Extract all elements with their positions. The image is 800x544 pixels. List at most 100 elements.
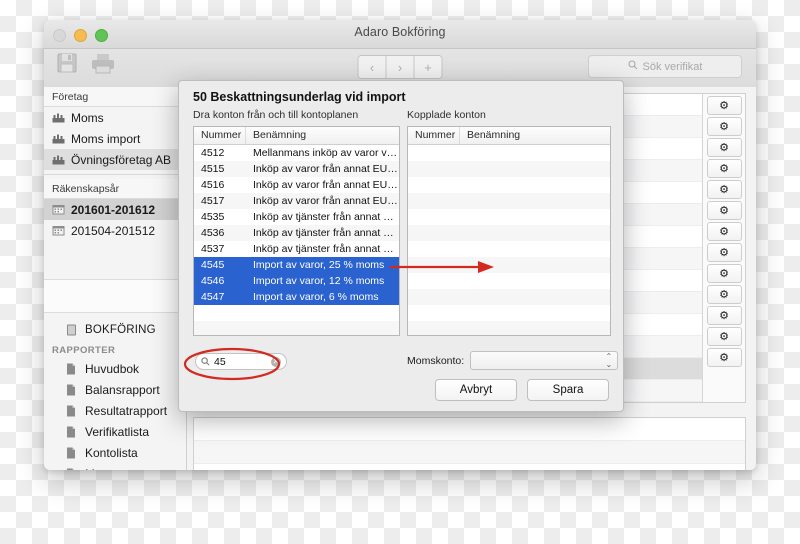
table-row[interactable]: 4517 Inköp av varor från annat EU-land, 6… <box>194 193 399 209</box>
gear-icon[interactable]: ⚙ <box>706 96 742 115</box>
cell-nummer: 4515 <box>201 163 225 175</box>
table-row[interactable]: 4546 Import av varor, 12 % moms <box>194 273 399 289</box>
kopplade-konton-table[interactable]: Nummer Benämning <box>407 126 611 336</box>
table-row-empty[interactable] <box>408 273 610 289</box>
sidebar-item-label: Moms import <box>71 131 141 146</box>
gear-icon[interactable]: ⚙ <box>706 327 742 346</box>
sidebar-item-label: Kontolista <box>85 445 138 460</box>
sidebar-item-ovningsforetag-ab[interactable]: Övningsföretag AB <box>44 149 186 170</box>
sidebar-item-moms-import[interactable]: Moms import <box>44 128 186 149</box>
gear-icon[interactable]: ⚙ <box>706 180 742 199</box>
table-row-empty[interactable] <box>408 321 610 335</box>
available-accounts-table[interactable]: Nummer Benämning 4512 Mellanmans inköp av… <box>193 126 400 336</box>
table-row-empty[interactable] <box>194 321 399 335</box>
cell-nummer: 4545 <box>201 259 225 271</box>
search-input-value[interactable]: 45 <box>214 356 267 368</box>
gear-icon[interactable]: ⚙ <box>706 159 742 178</box>
gear-icon[interactable]: ⚙ <box>706 243 742 262</box>
gear-button-column: ⚙ ⚙ ⚙ ⚙ ⚙ ⚙ ⚙ ⚙ ⚙ ⚙ ⚙ ⚙ ⚙ <box>702 94 745 402</box>
sidebar-item-fiscal-201601-201612[interactable]: 201601-201612 <box>44 199 186 220</box>
table-row[interactable]: 4536 Inköp av tjänster från annat EU-land… <box>194 225 399 241</box>
cell-benamning: Import av varor, 6 % moms <box>253 291 379 303</box>
sidebar-item-huvudbok[interactable]: Huvudbok <box>44 358 186 379</box>
sidebar-item-moms[interactable]: Moms <box>44 107 186 128</box>
sidebar-item-fiscal-201504-201512[interactable]: 201504-201512 <box>44 220 186 241</box>
search-verifikat-field[interactable]: Sök verifikat <box>588 55 742 78</box>
table-row[interactable]: 4535 Inköp av tjänster från annat EU-land… <box>194 209 399 225</box>
navigation-buttons[interactable]: ‹ › + <box>357 55 443 79</box>
sidebar-item-momsrapport[interactable]: Momsrapport <box>44 463 186 470</box>
gear-icon[interactable]: ⚙ <box>706 306 742 325</box>
table-row-empty[interactable] <box>408 161 610 177</box>
table-row[interactable]: 4515 Inköp av varor från annat EU-land, 2… <box>194 161 399 177</box>
background-detail-panel <box>193 417 746 470</box>
company-icon <box>52 133 65 144</box>
add-button[interactable]: + <box>414 56 442 78</box>
printer-icon[interactable] <box>90 51 116 80</box>
gear-icon[interactable]: ⚙ <box>706 138 742 157</box>
sidebar-item-label: Resultatrapport <box>85 403 168 418</box>
sidebar-item-verifikatlista[interactable]: Verifikatlista <box>44 421 186 442</box>
cell-nummer: 4536 <box>201 227 225 239</box>
cell-benamning: Mellanmans inköp av varor vid trepar… <box>253 147 399 159</box>
cell-benamning: Inköp av tjänster från annat EU-land,… <box>253 211 399 223</box>
table-row-empty[interactable] <box>408 145 610 161</box>
document-icon <box>66 405 79 417</box>
gear-icon[interactable]: ⚙ <box>706 117 742 136</box>
sidebar-item-kontolista[interactable]: Kontolista <box>44 442 186 463</box>
gear-icon[interactable]: ⚙ <box>706 285 742 304</box>
cancel-button[interactable]: Avbryt <box>435 379 517 401</box>
table-header-row: Nummer Benämning <box>194 127 399 145</box>
table-header-row: Nummer Benämning <box>408 127 610 145</box>
gear-icon[interactable]: ⚙ <box>706 222 742 241</box>
table-row[interactable]: 4545 Import av varor, 25 % moms <box>194 257 399 273</box>
document-icon <box>66 468 79 470</box>
cell-nummer: 4516 <box>201 179 225 191</box>
forward-button[interactable]: › <box>386 56 415 78</box>
table-row[interactable]: 4537 Inköp av tjänster från annat EU-land… <box>194 241 399 257</box>
cell-benamning: Import av varor, 25 % moms <box>253 259 385 271</box>
table-row <box>194 441 745 464</box>
table-row-empty[interactable] <box>408 289 610 305</box>
sidebar: Företag Moms Moms import Övningsföretag … <box>44 87 187 470</box>
cell-benamning: Import av varor, 12 % moms <box>253 275 385 287</box>
sidebar-item-label: Balansrapport <box>85 382 160 397</box>
gear-icon[interactable]: ⚙ <box>706 264 742 283</box>
clear-icon[interactable]: ✕ <box>271 356 281 367</box>
sidebar-item-label: Huvudbok <box>85 361 140 376</box>
table-row[interactable]: 4512 Mellanmans inköp av varor vid trepar… <box>194 145 399 161</box>
gear-icon[interactable]: ⚙ <box>706 201 742 220</box>
cell-benamning: Inköp av varor från annat EU-land, 1… <box>253 179 399 191</box>
table-row-empty[interactable] <box>194 305 399 321</box>
cell-nummer: 4535 <box>201 211 225 223</box>
table-row-empty[interactable] <box>408 241 610 257</box>
save-button[interactable]: Spara <box>527 379 609 401</box>
account-search-field[interactable]: 45 ✕ <box>195 353 287 370</box>
dialog-buttons: Avbryt Spara <box>435 379 609 401</box>
sidebar-item-balansrapport[interactable]: Balansrapport <box>44 379 186 400</box>
cell-benamning: Inköp av varor från annat EU-land, 6 % <box>253 195 399 207</box>
document-icon <box>66 447 79 459</box>
back-button[interactable]: ‹ <box>358 56 387 78</box>
column-header-benamning: Benämning <box>467 129 521 141</box>
cell-nummer: 4547 <box>201 291 225 303</box>
floppy-disk-icon[interactable] <box>56 51 78 80</box>
table-row-empty[interactable] <box>408 305 610 321</box>
column-header-nummer: Nummer <box>194 127 246 144</box>
sidebar-item-bokforing[interactable]: BOKFÖRING <box>44 319 186 340</box>
momskonto-select[interactable]: ⌃ ⌄ <box>470 351 619 370</box>
gear-icon[interactable]: ⚙ <box>706 348 742 367</box>
sidebar-item-label: Verifikatlista <box>85 424 150 439</box>
table-row-empty[interactable] <box>408 209 610 225</box>
table-row[interactable]: 4516 Inköp av varor från annat EU-land, 1… <box>194 177 399 193</box>
table-row-empty[interactable] <box>408 193 610 209</box>
sidebar-divider <box>44 174 186 175</box>
column-header-nummer: Nummer <box>408 127 460 144</box>
table-row[interactable]: 4547 Import av varor, 6 % moms <box>194 289 399 305</box>
sidebar-item-resultatrapport[interactable]: Resultatrapport <box>44 400 186 421</box>
table-row-empty[interactable] <box>408 177 610 193</box>
right-panel-label: Kopplade konton <box>407 109 486 121</box>
column-header-benamning: Benämning <box>253 129 307 141</box>
table-row-empty[interactable] <box>408 225 610 241</box>
table-row-empty[interactable] <box>408 257 610 273</box>
